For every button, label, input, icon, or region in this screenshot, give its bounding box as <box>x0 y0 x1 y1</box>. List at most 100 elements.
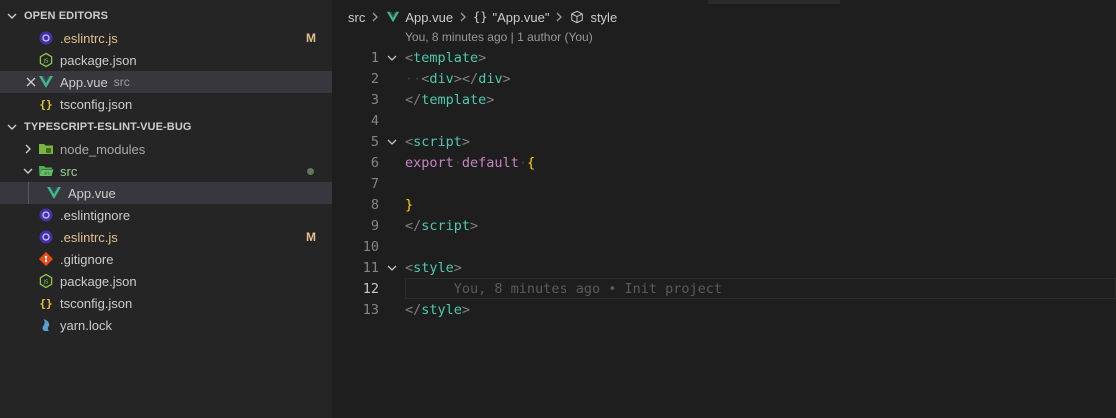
line-number: 12 <box>362 280 379 297</box>
tree-item-label: src <box>60 163 78 179</box>
open-editor-label: tsconfig.json <box>60 96 133 112</box>
open-editors-header[interactable]: OPEN EDITORS <box>0 5 332 27</box>
chevron-right-icon <box>371 12 379 22</box>
breadcrumb-symbol[interactable]: {} "App.vue" <box>473 10 549 25</box>
code-text: <script> <box>405 133 471 150</box>
open-editor-description: src <box>113 75 130 89</box>
code-line-current: 12 You, 8 minutes ago • Init project <box>332 278 1116 299</box>
line-number: 7 <box>370 175 379 192</box>
svg-text:{}: {} <box>39 98 52 111</box>
breadcrumb-section[interactable]: style <box>569 9 617 25</box>
code-line: 13 </style> <box>332 299 1116 320</box>
breadcrumb-file-label: App.vue <box>405 9 454 25</box>
scrollbar-top-marker <box>708 0 840 4</box>
code-line: 1 <template> <box>332 47 1116 68</box>
yarn-icon <box>38 317 54 333</box>
tree-item-src[interactable]: src src <box>0 160 332 182</box>
folder-src-open-icon: src <box>38 163 54 179</box>
chevron-down-icon <box>0 10 24 22</box>
close-icon[interactable] <box>24 74 38 90</box>
open-editors-title: OPEN EDITORS <box>24 10 109 22</box>
code-line: 6 export·default·{ <box>332 152 1116 173</box>
tree-item-eslintignore[interactable]: .eslintignore <box>0 204 332 226</box>
code-text: } <box>405 196 414 213</box>
editor-pane: src App.vue {} "App.vue" style You, 8 mi… <box>332 0 1116 418</box>
tree-item-label: package.json <box>60 273 137 289</box>
eslint-icon <box>38 207 54 223</box>
code-area[interactable]: 1 <template> 2 ··<div></div> 3 </templat… <box>332 47 1116 320</box>
tree-item-yarn-lock[interactable]: yarn.lock <box>0 314 332 336</box>
breadcrumb-section-label: style <box>590 9 618 25</box>
line-number: 9 <box>370 217 379 234</box>
line-number: 5 <box>370 133 379 150</box>
line-number: 3 <box>370 91 379 108</box>
workspace-header[interactable]: TYPESCRIPT-ESLINT-VUE-BUG <box>0 116 332 138</box>
open-editor-label: package.json <box>60 52 137 68</box>
code-line: 8 } <box>332 194 1116 215</box>
chevron-down-icon <box>0 121 24 133</box>
svg-text:JS: JS <box>42 58 49 64</box>
tree-item-node-modules[interactable]: node_modules <box>0 138 332 160</box>
line-number: 6 <box>370 154 379 171</box>
code-text: export·default·{ <box>405 154 536 171</box>
tree-item-label: tsconfig.json <box>60 295 133 311</box>
line-number: 11 <box>362 259 379 276</box>
chevron-right-icon <box>555 12 563 22</box>
nodejs-icon: JS <box>38 52 54 68</box>
code-line: 5 <script> <box>332 131 1116 152</box>
svg-text:{}: {} <box>39 297 52 310</box>
json-icon: {} <box>38 295 54 311</box>
eslint-icon <box>38 30 54 46</box>
open-editor-eslintrc[interactable]: .eslintrc.js M <box>0 27 332 49</box>
fold-chevron-icon[interactable] <box>379 136 405 148</box>
explorer-sidebar: OPEN EDITORS .eslintrc.js M JS package.j… <box>0 0 332 418</box>
modified-badge: M <box>306 31 316 45</box>
codelens-blame[interactable]: You, 8 minutes ago | 1 author (You) <box>405 30 593 44</box>
breadcrumb-src[interactable]: src <box>348 10 365 25</box>
git-icon <box>38 251 54 267</box>
tree-item-gitignore[interactable]: .gitignore <box>0 248 332 270</box>
breadcrumb-file[interactable]: App.vue <box>385 9 453 25</box>
code-text: </script> <box>405 217 479 234</box>
fold-chevron-icon[interactable] <box>379 262 405 274</box>
vue-icon <box>38 74 54 90</box>
indent-guide <box>28 182 29 204</box>
tree-item-package-json[interactable]: JS package.json <box>0 270 332 292</box>
cube-icon <box>569 9 585 25</box>
code-text: <style> <box>405 259 462 276</box>
braces-icon: {} <box>473 10 488 24</box>
workspace-title: TYPESCRIPT-ESLINT-VUE-BUG <box>24 121 192 133</box>
code-text: ··<div></div> <box>405 70 511 87</box>
svg-text:src: src <box>44 171 50 176</box>
fold-chevron-icon[interactable] <box>379 52 405 64</box>
tree-item-app-vue[interactable]: App.vue <box>0 182 332 204</box>
chevron-right-icon <box>459 12 467 22</box>
open-editor-app-vue[interactable]: App.vue src <box>0 71 332 93</box>
code-line: 3 </template> <box>332 89 1116 110</box>
tree-item-label: .eslintrc.js <box>60 229 118 245</box>
line-number: 2 <box>370 70 379 87</box>
open-editor-tsconfig[interactable]: {} tsconfig.json <box>0 93 332 115</box>
modified-dot <box>307 167 314 175</box>
code-line: 7 <box>332 173 1116 194</box>
line-number: 8 <box>370 196 379 213</box>
open-editor-package-json[interactable]: JS package.json <box>0 49 332 71</box>
tree-item-eslintrc[interactable]: .eslintrc.js M <box>0 226 332 248</box>
modified-badge: M <box>306 230 316 244</box>
code-text: </template> <box>405 91 495 108</box>
code-line: 4 <box>332 110 1116 131</box>
code-line: 10 <box>332 236 1116 257</box>
tree-item-label: .gitignore <box>60 251 114 267</box>
tree-item-label: node_modules <box>60 141 146 157</box>
breadcrumb-symbol-label: "App.vue" <box>492 9 550 25</box>
tree-item-tsconfig[interactable]: {} tsconfig.json <box>0 292 332 314</box>
folder-node-icon <box>38 141 54 157</box>
chevron-down-icon <box>20 163 36 179</box>
code-line: 11 <style> <box>332 257 1116 278</box>
chevron-right-icon <box>20 141 36 157</box>
json-icon: {} <box>38 96 54 112</box>
svg-text:JS: JS <box>42 279 49 285</box>
code-line: 2 ··<div></div> <box>332 68 1116 89</box>
tree-item-label: App.vue <box>68 185 116 201</box>
vue-icon <box>385 9 401 25</box>
